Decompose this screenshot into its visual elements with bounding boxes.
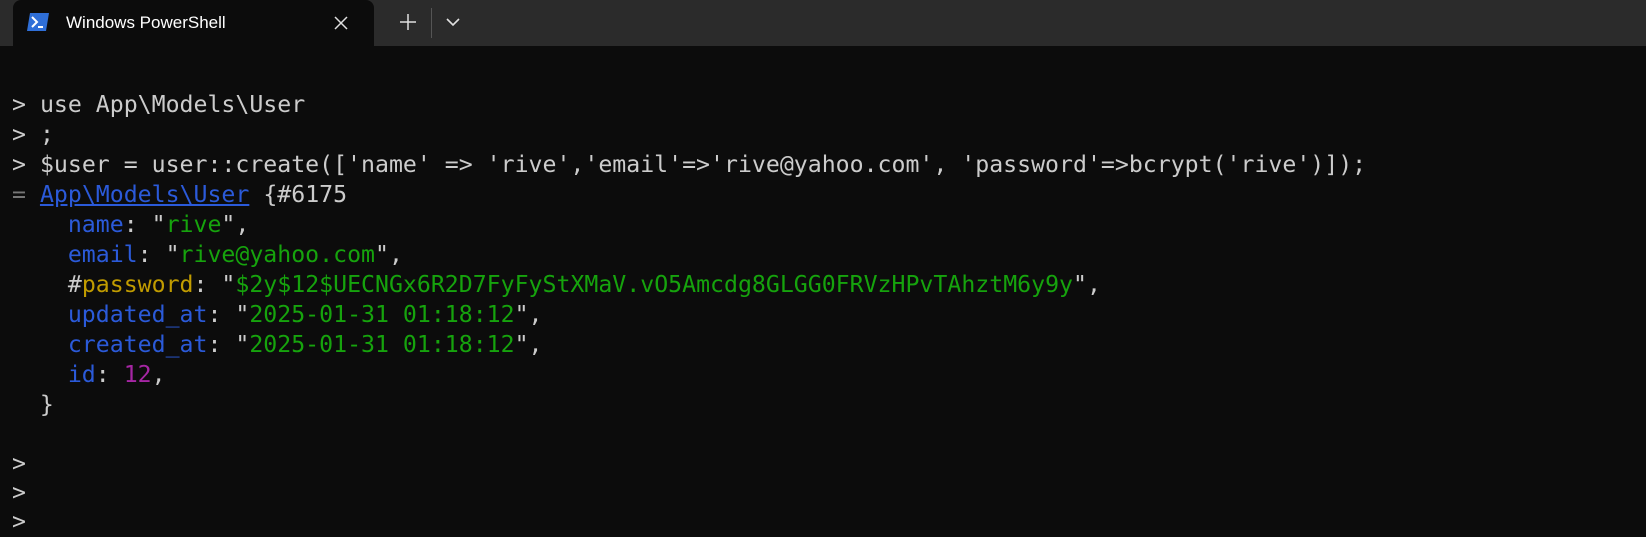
tab-divider <box>431 8 432 38</box>
command-text: ; <box>39 121 54 148</box>
field-key: email <box>67 241 138 268</box>
close-icon[interactable] <box>329 11 353 35</box>
command-text: $user = user::create(['name' => 'rive','… <box>39 151 1367 178</box>
field-value: 2025-01-31 01:18:12 <box>249 331 515 358</box>
title-bar: Windows PowerShell <box>0 0 1646 46</box>
result-marker: = <box>12 181 26 208</box>
field-value: rive <box>165 211 222 238</box>
class-link[interactable]: App\Models\User <box>40 181 249 208</box>
field-value: $2y$12$UECNGx6R2D7FyFyStXMaV.vO5Amcdg8GL… <box>235 271 1073 298</box>
close-brace-line: } <box>12 390 54 420</box>
console-line: > <box>12 449 26 479</box>
console-line: > use App\Models\User <box>12 90 305 120</box>
terminal-output[interactable]: > use App\Models\User > ; > $user = user… <box>0 46 1646 535</box>
field-key: name <box>67 211 124 238</box>
field-key: password <box>81 271 194 298</box>
tab-title: Windows PowerShell <box>66 13 226 32</box>
field-value: 2025-01-31 01:18:12 <box>249 301 515 328</box>
prompt-symbol: > <box>12 479 26 506</box>
field-line: id: 12, <box>67 361 166 388</box>
field-line: email: "rive@yahoo.com", <box>67 241 403 268</box>
tab-windows-powershell[interactable]: Windows PowerShell <box>13 0 374 46</box>
prompt-symbol: > <box>12 151 26 178</box>
console-line: > ; <box>12 120 54 150</box>
command-text: use App\Models\User <box>39 91 306 118</box>
protected-marker: # <box>67 271 82 298</box>
console-line: > <box>12 478 26 508</box>
field-line: name: "rive", <box>67 211 250 238</box>
prompt-symbol: > <box>12 121 26 148</box>
prompt-symbol: > <box>12 508 26 535</box>
field-key: id <box>67 361 96 388</box>
field-value: rive@yahoo.com <box>179 241 375 268</box>
chevron-down-icon[interactable] <box>440 9 466 35</box>
field-key: created_at <box>67 331 208 358</box>
field-line: #password: "$2y$12$UECNGx6R2D7FyFyStXMaV… <box>67 271 1101 298</box>
prompt-symbol: > <box>12 450 26 477</box>
object-id: {#6175 <box>263 181 348 208</box>
console-line: > $user = user::create(['name' => 'rive'… <box>12 150 1366 180</box>
field-line: updated_at: "2025-01-31 01:18:12", <box>67 301 543 328</box>
console-line[interactable]: > <box>12 507 26 537</box>
plus-icon[interactable] <box>395 9 421 35</box>
result-line: = App\Models\User {#6175 <box>12 180 347 210</box>
field-value: 12 <box>123 361 152 388</box>
close-brace: } <box>39 391 54 418</box>
prompt-symbol: > <box>12 91 26 118</box>
field-line: created_at: "2025-01-31 01:18:12", <box>67 331 543 358</box>
powershell-icon <box>27 13 49 31</box>
field-key: updated_at <box>67 301 208 328</box>
